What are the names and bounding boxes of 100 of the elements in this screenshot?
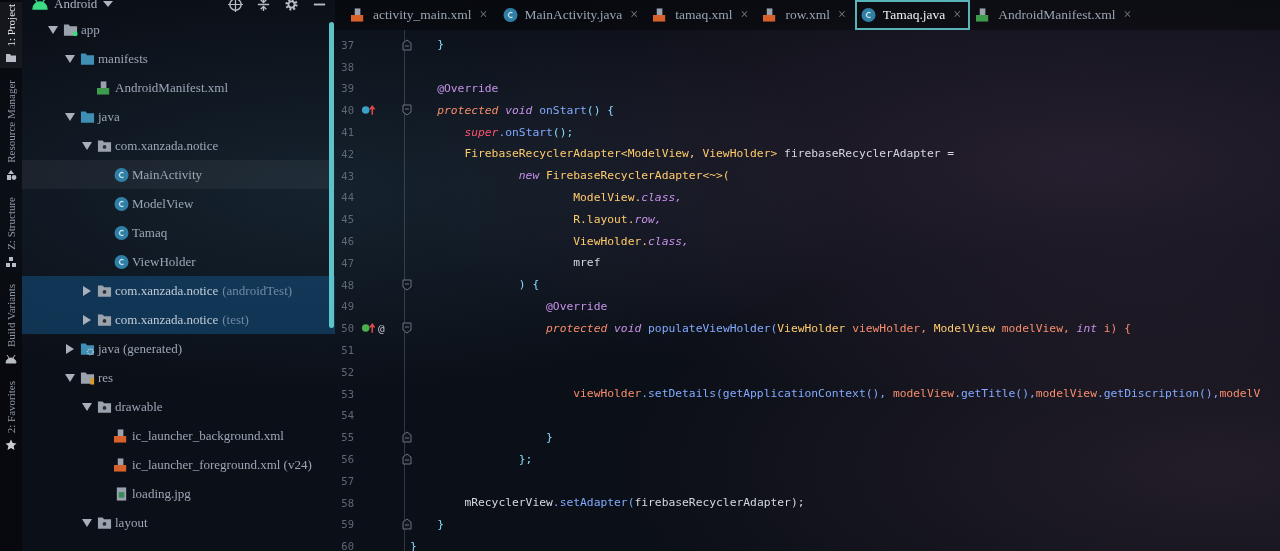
expanded-arrow-icon[interactable] <box>65 111 75 122</box>
expanded-arrow-icon[interactable] <box>48 24 58 35</box>
tree-item[interactable]: manifests <box>22 44 335 73</box>
expanded-arrow-icon[interactable] <box>82 517 92 528</box>
close-tab-button[interactable]: × <box>740 7 749 23</box>
collapse-icon[interactable] <box>256 0 271 12</box>
package-folder-icon <box>97 312 112 327</box>
tree-item[interactable]: com.xanzada.notice (test) <box>22 305 335 334</box>
close-tab-button[interactable]: × <box>953 7 962 23</box>
tree-item[interactable]: app <box>22 15 335 44</box>
tree-item-label: MainActivity <box>132 166 203 183</box>
tree-item-label: res <box>98 369 114 386</box>
close-tab-button[interactable]: × <box>479 7 488 23</box>
xml-file-icon <box>351 8 366 22</box>
tool-window-tab[interactable]: Build Variants <box>0 282 22 370</box>
tree-item-label: ic_launcher_background.xml <box>132 427 284 444</box>
line-number: 48 <box>340 278 354 291</box>
tool-window-tab[interactable]: Resource Manager <box>0 78 22 186</box>
override-marker-icon[interactable] <box>361 104 376 117</box>
close-tab-button[interactable]: × <box>630 7 639 23</box>
implement-marker-icon[interactable] <box>361 322 376 335</box>
expanded-arrow-icon[interactable] <box>65 372 75 383</box>
crosshair-icon[interactable] <box>228 0 243 12</box>
code-line: protected void populateViewHolder(ViewHolder viewHolder, ModelView modelView, int i) { <box>545 321 1132 335</box>
code-line: R.layout.row, <box>572 212 662 226</box>
expanded-arrow-icon[interactable] <box>82 401 92 412</box>
editor-tab[interactable]: Tamaq.java × <box>854 0 971 30</box>
code-line: ) { <box>517 278 540 292</box>
fold-start-icon[interactable] <box>402 104 412 117</box>
tree-item[interactable]: MainActivity <box>22 160 335 189</box>
fold-end-icon[interactable] <box>402 431 412 444</box>
settings-icon[interactable] <box>284 0 299 12</box>
tree-item-label: ModelView <box>132 195 194 212</box>
tree-item[interactable]: java <box>22 102 335 131</box>
line-number: 39 <box>340 82 354 95</box>
line-number: 37 <box>340 38 354 51</box>
editor-tab[interactable]: row.xml × <box>757 0 855 30</box>
fold-end-icon[interactable] <box>402 518 412 531</box>
line-number: 58 <box>340 496 354 509</box>
editor-tab[interactable]: tamaq.xml × <box>647 0 758 30</box>
tree-item-label: com.xanzada.notice <box>115 311 219 328</box>
fold-start-icon[interactable] <box>402 278 412 291</box>
line-number: 57 <box>340 474 354 487</box>
tree-item[interactable]: drawable <box>22 392 335 421</box>
editor-tab[interactable]: activity_main.xml × <box>345 0 497 30</box>
editor-tab[interactable]: AndroidManifest.xml × <box>970 0 1141 30</box>
tree-item[interactable]: ModelView <box>22 189 335 218</box>
gutter-mark[interactable]: @ <box>378 321 385 335</box>
tree-item[interactable]: ic_launcher_background.xml <box>22 421 335 450</box>
fold-start-icon[interactable] <box>402 322 412 335</box>
tool-window-tab[interactable]: Z: Structure <box>0 195 22 273</box>
scrollbar[interactable] <box>329 22 334 328</box>
collapsed-arrow-icon[interactable] <box>65 343 75 354</box>
tree-item[interactable]: loading.jpg <box>22 479 335 508</box>
code-line: super.onStart(); <box>463 125 574 139</box>
line-number: 47 <box>340 256 354 269</box>
tree-item-label: AndroidManifest.xml <box>115 79 228 96</box>
code-line: @Override <box>436 82 499 95</box>
code-line: } <box>410 539 417 551</box>
tree-item[interactable]: ic_launcher_foreground.xml (v24) <box>22 450 335 479</box>
tree-item-label: java (generated) <box>98 340 183 357</box>
line-number: 40 <box>340 104 354 117</box>
close-tab-button[interactable]: × <box>1123 7 1132 23</box>
tree-item[interactable]: com.xanzada.notice (androidTest) <box>22 276 335 305</box>
package-folder-icon <box>97 283 112 298</box>
code-line: } <box>436 38 444 52</box>
collapsed-arrow-icon[interactable] <box>82 285 92 296</box>
folder-icon <box>5 52 17 65</box>
tree-item[interactable]: com.xanzada.notice <box>22 131 335 160</box>
line-number: 50 <box>340 322 354 335</box>
fold-end-icon[interactable] <box>402 453 412 466</box>
tool-window-tab[interactable]: 1: Project <box>0 2 22 69</box>
class-icon <box>502 8 518 22</box>
expanded-arrow-icon[interactable] <box>82 140 92 151</box>
code-line: }; <box>517 452 533 466</box>
tree-item-label: Tamaq <box>132 224 168 241</box>
tree-item-label: com.xanzada.notice <box>115 282 219 299</box>
package-folder-icon <box>97 399 112 414</box>
tree-item-label: loading.jpg <box>132 485 191 502</box>
code-line: } <box>545 430 553 444</box>
line-number: 56 <box>340 453 354 466</box>
tool-window-tab[interactable]: 2: Favorites <box>0 379 22 456</box>
code-line: ViewHolder.class, <box>572 234 689 248</box>
close-tab-button[interactable]: × <box>837 7 846 23</box>
tree-item[interactable]: ViewHolder <box>22 247 335 276</box>
line-number: 60 <box>340 540 354 551</box>
class-icon <box>114 225 129 240</box>
fold-end-icon[interactable] <box>402 38 412 51</box>
expanded-arrow-icon[interactable] <box>65 53 75 64</box>
tree-item[interactable]: AndroidManifest.xml <box>22 73 335 102</box>
collapsed-arrow-icon[interactable] <box>82 314 92 325</box>
tree-item[interactable]: layout <box>22 508 335 537</box>
tree-item[interactable]: res <box>22 363 335 392</box>
tree-item[interactable]: Tamaq <box>22 218 335 247</box>
tree-item-label: app <box>81 21 100 38</box>
line-number: 51 <box>340 344 354 357</box>
folder-icon <box>80 109 95 124</box>
tree-item[interactable]: java (generated) <box>22 334 335 363</box>
line-number: 59 <box>340 518 354 531</box>
editor-tab[interactable]: MainActivity.java × <box>496 0 648 30</box>
